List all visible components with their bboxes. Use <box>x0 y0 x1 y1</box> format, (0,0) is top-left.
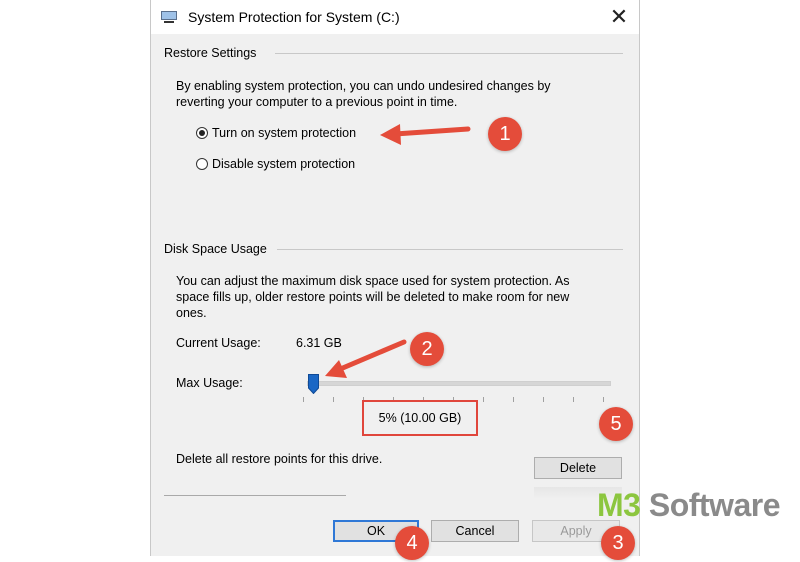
annotation-badge-2: 2 <box>410 332 444 366</box>
bottom-divider <box>164 495 346 496</box>
slider-tick <box>333 397 334 402</box>
max-usage-label: Max Usage: <box>176 376 243 390</box>
title-bar: System Protection for System (C:) ✕ <box>151 0 639 34</box>
disk-description: You can adjust the maximum disk space us… <box>176 274 570 320</box>
close-button[interactable]: ✕ <box>605 4 633 30</box>
radio-turn-on-protection[interactable]: Turn on system protection <box>196 126 356 140</box>
brand-software: Software <box>640 487 781 523</box>
annotation-badge-4: 4 <box>395 526 429 560</box>
delete-restore-points-text: Delete all restore points for this drive… <box>176 452 383 466</box>
slider-tick <box>573 397 574 402</box>
slider-tick <box>303 397 304 402</box>
brand-m3: M3 <box>597 487 641 523</box>
max-usage-slider-thumb[interactable] <box>308 374 319 394</box>
brand-watermark: M3 Software <box>597 487 780 524</box>
annotation-badge-1: 1 <box>488 117 522 151</box>
group-divider <box>277 249 623 250</box>
annotation-badge-5: 5 <box>599 407 633 441</box>
slider-tick <box>513 397 514 402</box>
system-protection-dialog: System Protection for System (C:) ✕ Rest… <box>150 0 640 556</box>
window-title: System Protection for System (C:) <box>188 9 400 25</box>
slider-tick <box>603 397 604 402</box>
current-usage-value: 6.31 GB <box>296 336 342 350</box>
disk-usage-heading: Disk Space Usage <box>164 242 267 256</box>
group-divider <box>275 53 623 54</box>
restore-settings-heading: Restore Settings <box>164 46 257 60</box>
computer-icon <box>161 11 177 23</box>
radio-unchecked-icon <box>196 158 208 170</box>
cancel-button[interactable]: Cancel <box>431 520 519 542</box>
annotation-badge-3: 3 <box>601 526 635 560</box>
radio-disable-protection[interactable]: Disable system protection <box>196 157 355 171</box>
current-usage-label: Current Usage: <box>176 336 261 350</box>
radio-label: Disable system protection <box>212 157 356 171</box>
radio-label: Turn on system protection <box>212 126 357 140</box>
max-usage-slider-track[interactable] <box>307 381 611 386</box>
radio-checked-icon <box>196 127 208 139</box>
restore-description: By enabling system protection, you can u… <box>176 79 551 109</box>
delete-button[interactable]: Delete <box>534 457 622 479</box>
slider-tick <box>483 397 484 402</box>
max-usage-value: 5% (10.00 GB) <box>362 400 478 436</box>
slider-tick <box>543 397 544 402</box>
